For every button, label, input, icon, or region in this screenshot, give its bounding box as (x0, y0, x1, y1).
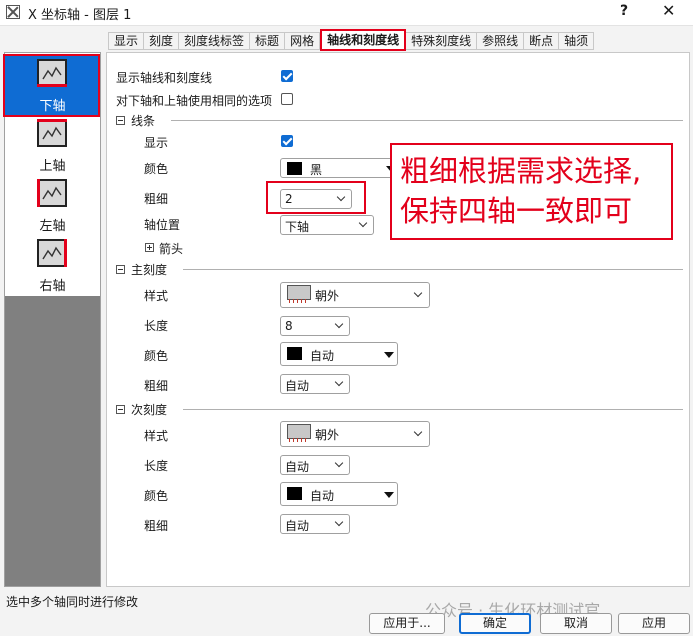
show-axes-label: 显示轴线和刻度线 (116, 71, 213, 85)
top-axis-icon (37, 119, 67, 147)
minor-style-label: 样式 (144, 429, 169, 443)
settings-panel: 显示轴线和刻度线 对下轴和上轴使用相同的选项 线条 显示 颜色 黑 粗细 2 轴… (106, 52, 690, 587)
major-style-dropdown[interactable]: 朝外 (280, 282, 430, 308)
axis-item-top[interactable]: 上轴 (5, 117, 100, 175)
color-swatch (287, 347, 302, 360)
axis-item-right[interactable]: 右轴 (5, 237, 100, 295)
major-length-dropdown[interactable]: 8 (280, 316, 350, 336)
section-divider (171, 120, 683, 121)
apply-button[interactable]: 应用 (618, 613, 690, 634)
chevron-down-icon (334, 319, 344, 329)
line-color-value: 黑 (310, 163, 323, 177)
line-show-label: 显示 (144, 136, 169, 150)
minor-color-label: 颜色 (144, 489, 169, 503)
dropdown-arrow-icon (384, 492, 394, 498)
line-thickness-label: 粗细 (144, 192, 169, 206)
minor-section-title: 次刻度 (131, 403, 168, 417)
line-section-title: 线条 (131, 114, 156, 128)
expand-arrow-section-icon[interactable] (145, 243, 154, 252)
left-axis-icon (37, 179, 67, 207)
window-title: X 坐标轴 - 图层 1 (28, 8, 132, 23)
major-length-value: 8 (285, 319, 293, 333)
major-thickness-label: 粗细 (144, 379, 169, 393)
axis-dialog-icon (6, 5, 20, 19)
minor-color-value: 自动 (310, 489, 335, 503)
minor-thickness-label: 粗细 (144, 519, 169, 533)
show-axes-checkbox[interactable] (281, 70, 293, 82)
status-hint: 选中多个轴同时进行修改 (6, 595, 139, 609)
chevron-down-icon (413, 427, 423, 437)
major-thickness-dropdown[interactable]: 自动 (280, 374, 350, 394)
axis-item-label: 左轴 (39, 219, 66, 234)
collapse-major-section-icon[interactable] (116, 265, 125, 274)
minor-length-label: 长度 (144, 459, 169, 473)
tab-line-and-ticks[interactable]: 轴线和刻度线 (320, 29, 407, 51)
axis-position-label: 轴位置 (144, 218, 181, 232)
collapse-line-section-icon[interactable] (116, 116, 125, 125)
chevron-down-icon (413, 288, 423, 298)
chevron-down-icon (334, 458, 344, 468)
tab-grid[interactable]: 网格 (285, 32, 321, 50)
selected-axis-highlight (3, 54, 100, 117)
chevron-down-icon (334, 377, 344, 387)
chevron-down-icon (334, 517, 344, 527)
line-color-dropdown[interactable]: 黑 (280, 158, 398, 178)
tab-tick-labels[interactable]: 刻度线标签 (179, 32, 251, 50)
axis-position-value: 下轴 (285, 220, 310, 234)
minor-style-value: 朝外 (315, 428, 340, 442)
close-button[interactable]: ✕ (662, 1, 675, 20)
annotation-callout: 粗细根据需求选择, 保持四轴一致即可 (390, 143, 673, 240)
annotation-line-1: 粗细根据需求选择, (400, 154, 642, 188)
major-style-label: 样式 (144, 289, 169, 303)
tab-breaks[interactable]: 断点 (524, 32, 560, 50)
major-section-title: 主刻度 (131, 263, 168, 277)
tab-title[interactable]: 标题 (250, 32, 286, 50)
same-options-checkbox[interactable] (281, 93, 293, 105)
axis-item-label: 上轴 (39, 159, 66, 174)
tick-outward-icon (287, 424, 311, 442)
tab-reference-lines[interactable]: 参照线 (477, 32, 525, 50)
chevron-down-icon (358, 218, 368, 228)
title-bar: X 坐标轴 - 图层 1 ? ✕ (0, 0, 693, 26)
cancel-button[interactable]: 取消 (540, 613, 612, 634)
major-thickness-value: 自动 (285, 379, 310, 393)
tab-scale[interactable]: 刻度 (144, 32, 180, 50)
color-swatch (287, 487, 302, 500)
arrow-label: 箭头 (159, 242, 184, 256)
minor-length-dropdown[interactable]: 自动 (280, 455, 350, 475)
axis-item-label: 右轴 (39, 279, 66, 294)
tab-bar: 显示 刻度 刻度线标签 标题 网格 轴线和刻度线 特殊刻度线 参照线 断点 轴须 (108, 29, 595, 51)
ok-button[interactable]: 确定 (459, 613, 531, 634)
minor-style-dropdown[interactable]: 朝外 (280, 421, 430, 447)
section-divider (183, 409, 683, 410)
color-swatch (287, 162, 302, 175)
axis-item-left[interactable]: 左轴 (5, 177, 100, 235)
line-show-checkbox[interactable] (281, 135, 293, 147)
help-button[interactable]: ? (620, 3, 628, 19)
tab-rug[interactable]: 轴须 (559, 32, 595, 50)
apply-to-button[interactable]: 应用于... (369, 613, 445, 634)
major-color-label: 颜色 (144, 349, 169, 363)
dropdown-arrow-icon (384, 352, 394, 358)
minor-thickness-dropdown[interactable]: 自动 (280, 514, 350, 534)
same-options-label: 对下轴和上轴使用相同的选项 (116, 94, 273, 108)
collapse-minor-section-icon[interactable] (116, 405, 125, 414)
tick-outward-icon (287, 285, 311, 303)
major-color-dropdown[interactable]: 自动 (280, 342, 398, 366)
axis-position-dropdown[interactable]: 下轴 (280, 215, 374, 235)
major-length-label: 长度 (144, 319, 169, 333)
thickness-highlight-box (266, 181, 366, 214)
major-style-value: 朝外 (315, 289, 340, 303)
right-axis-icon (37, 239, 67, 267)
minor-thickness-value: 自动 (285, 519, 310, 533)
minor-length-value: 自动 (285, 460, 310, 474)
major-color-value: 自动 (310, 349, 335, 363)
axis-selector-panel: 下轴 上轴 左轴 右轴 (4, 52, 101, 587)
tab-display[interactable]: 显示 (108, 32, 145, 50)
line-color-label: 颜色 (144, 162, 169, 176)
annotation-line-2: 保持四轴一致即可 (400, 194, 633, 228)
section-divider (183, 269, 683, 270)
tab-special-ticks[interactable]: 特殊刻度线 (406, 32, 478, 50)
minor-color-dropdown[interactable]: 自动 (280, 482, 398, 506)
